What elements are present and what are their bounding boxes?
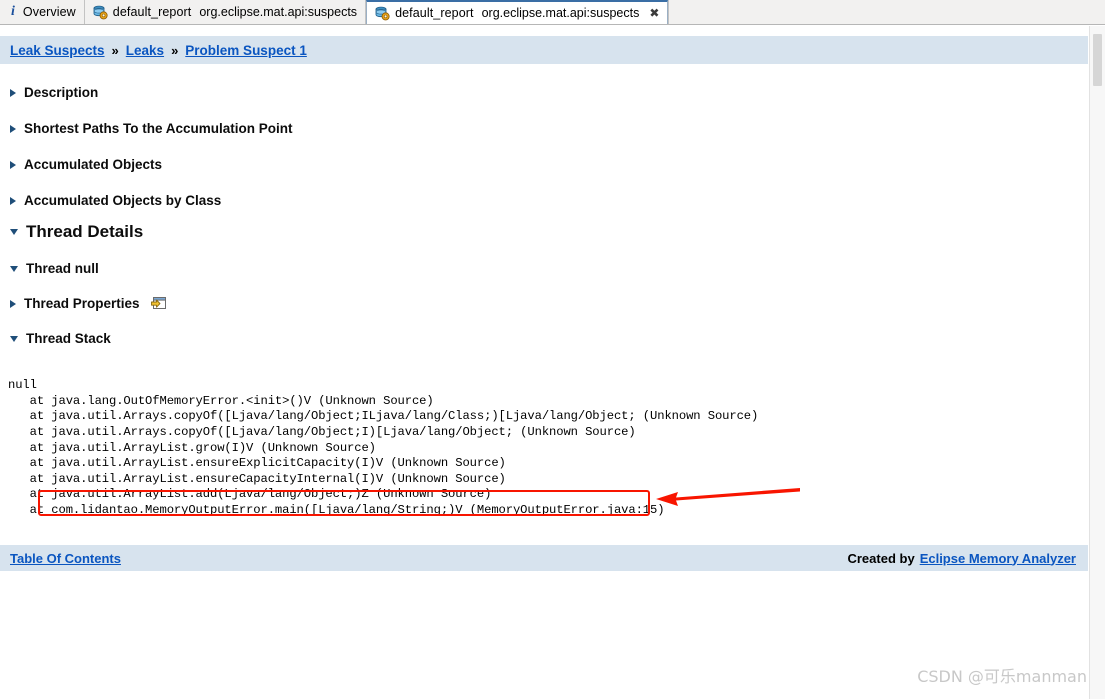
tab-default-report-2-sublabel: org.eclipse.mat.api:suspects [481,6,640,20]
chevron-right-icon [10,196,16,205]
breadcrumb-link-problem-suspect-1[interactable]: Problem Suspect 1 [185,43,307,58]
report-icon [93,5,108,20]
tab-bar-filler [668,0,1105,24]
footer-right: Created by Eclipse Memory Analyzer [847,551,1088,566]
chevron-right-icon [10,299,16,308]
vertical-scrollbar[interactable] [1089,26,1105,699]
chevron-right-icon [10,160,16,169]
chevron-down-icon [10,335,18,342]
footer-left: Table Of Contents [0,551,121,566]
tab-overview[interactable]: i Overview [0,0,85,24]
section-label: Shortest Paths To the Accumulation Point [24,121,293,136]
info-icon: i [11,4,15,19]
tab-overview-label: Overview [22,5,76,19]
section-label: Thread Stack [26,331,111,346]
section-label: Thread Properties [24,296,140,311]
tab-default-report-2[interactable]: default_report org.eclipse.mat.api:suspe… [366,0,669,24]
section-thread-null[interactable]: Thread null [0,261,99,276]
section-shortest-paths[interactable]: Shortest Paths To the Accumulation Point [0,121,293,136]
breadcrumb-separator: » [111,42,119,58]
eclipse-memory-analyzer-link[interactable]: Eclipse Memory Analyzer [920,551,1076,566]
breadcrumb-link-leaks[interactable]: Leaks [126,43,164,58]
tab-default-report-1-sublabel: org.eclipse.mat.api:suspects [199,5,358,19]
created-by-label: Created by [847,550,915,566]
breadcrumb-link-leak-suspects[interactable]: Leak Suspects [10,43,105,58]
section-label: Thread Details [26,222,144,241]
section-accumulated-objects[interactable]: Accumulated Objects [0,157,162,172]
chevron-right-icon [10,88,16,97]
section-label: Accumulated Objects by Class [24,193,222,208]
table-of-contents-link[interactable]: Table Of Contents [10,551,121,566]
watermark: CSDN @可乐manman [917,667,1087,686]
chevron-down-icon [10,229,18,235]
section-thread-details[interactable]: Thread Details [0,222,143,242]
breadcrumb-separator: » [171,42,179,58]
chevron-down-icon [10,265,18,272]
thread-stack-trace: null at java.lang.OutOfMemoryError.<init… [8,378,759,517]
report-icon [375,6,390,21]
tab-default-report-1[interactable]: default_report org.eclipse.mat.api:suspe… [84,0,367,24]
report-footer: Table Of Contents Created by Eclipse Mem… [0,545,1088,571]
section-label: Thread null [26,261,99,276]
tab-default-report-2-label: default_report [395,6,474,20]
section-thread-properties[interactable]: Thread Properties [0,296,166,311]
chevron-right-icon [10,124,16,133]
section-description[interactable]: Description [0,85,98,100]
section-label: Accumulated Objects [24,157,163,172]
section-label: Description [24,85,99,100]
close-icon[interactable]: ✖ [649,7,659,19]
section-accumulated-objects-by-class[interactable]: Accumulated Objects by Class [0,193,221,208]
breadcrumb: Leak Suspects » Leaks » Problem Suspect … [0,36,1088,64]
report-content: Description Shortest Paths To the Accumu… [0,64,1088,540]
scrollbar-thumb[interactable] [1093,34,1102,86]
section-thread-stack[interactable]: Thread Stack [0,331,111,346]
tab-default-report-1-label: default_report [112,5,192,19]
editor-tab-bar: i Overview default_report org.eclipse.ma… [0,0,1105,25]
open-window-icon[interactable] [150,297,166,310]
